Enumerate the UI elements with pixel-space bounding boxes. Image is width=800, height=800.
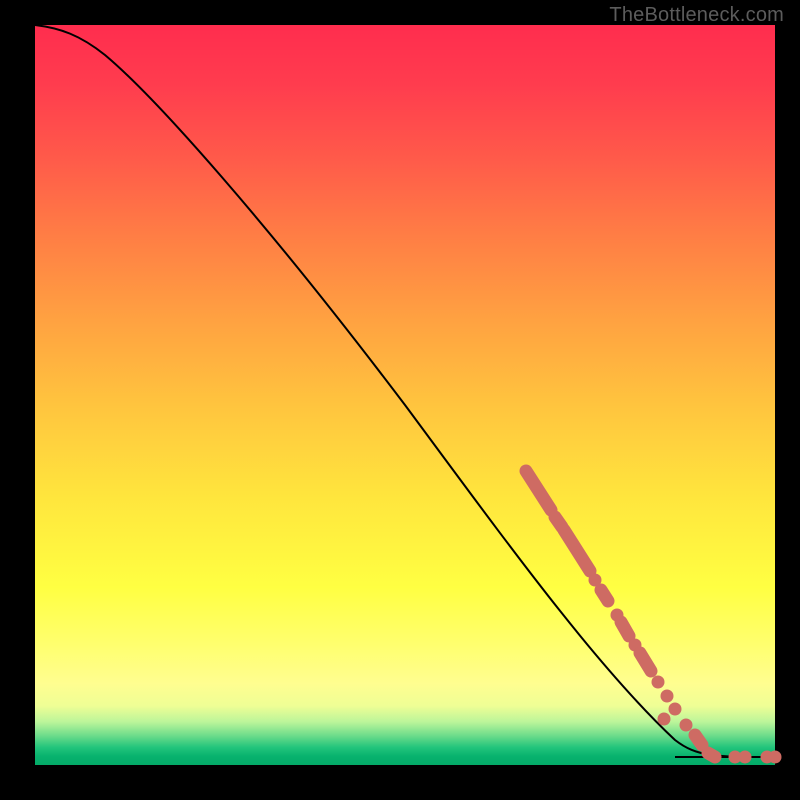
attribution-text: TheBottleneck.com: [609, 4, 784, 27]
chart-stage: TheBottleneck.com: [0, 0, 800, 800]
data-rod: [526, 471, 551, 510]
data-dot: [680, 719, 693, 732]
data-dot: [658, 713, 671, 726]
data-rod: [708, 753, 715, 757]
data-rod: [564, 530, 590, 571]
data-rod: [640, 653, 651, 671]
data-dot: [652, 676, 665, 689]
main-curve: [35, 25, 775, 757]
data-dot: [661, 690, 674, 703]
data-dot: [739, 751, 752, 764]
plot-area: [35, 25, 775, 765]
data-dot: [769, 751, 782, 764]
data-rod: [601, 590, 608, 601]
data-rod: [695, 735, 702, 745]
data-rod: [621, 622, 629, 636]
data-dot: [669, 703, 682, 716]
chart-overlay: [35, 25, 775, 765]
